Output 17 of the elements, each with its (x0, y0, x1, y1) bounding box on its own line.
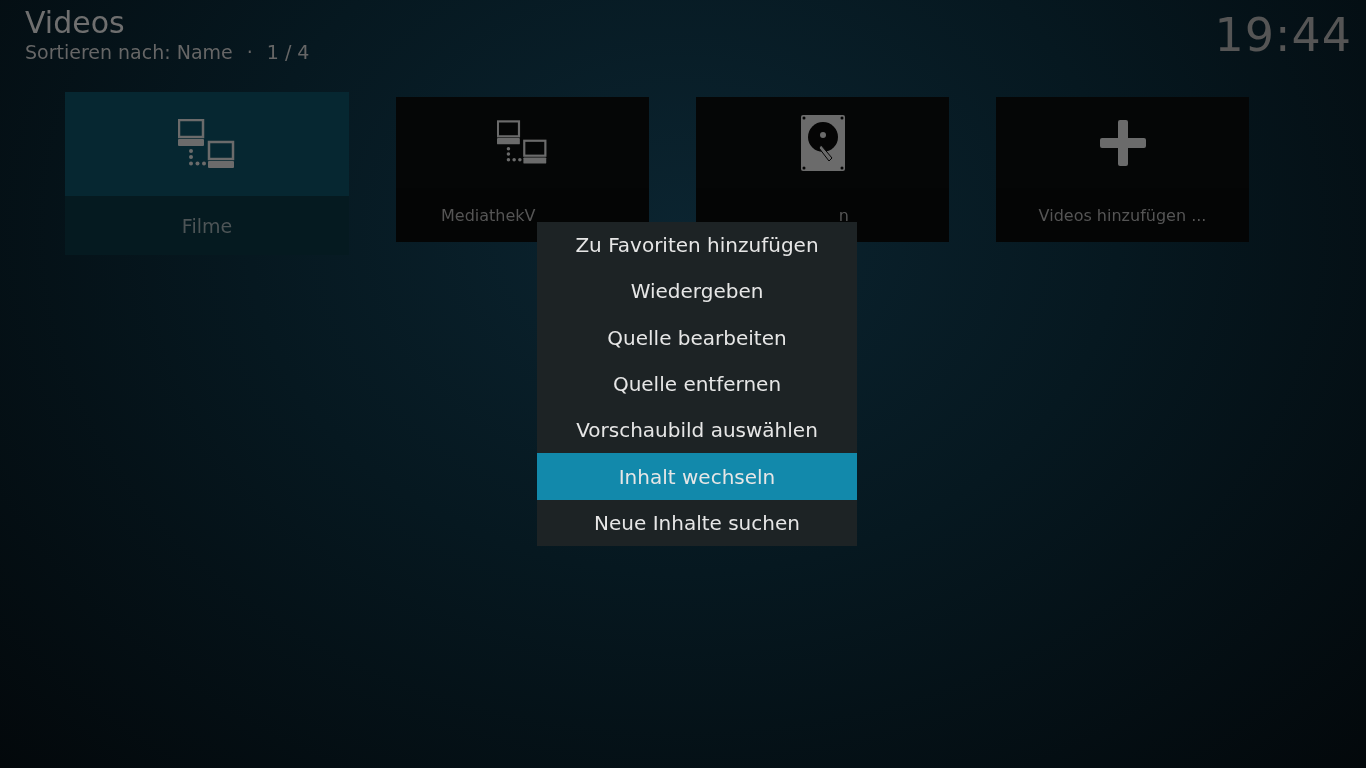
menu-item[interactable]: Quelle entfernen (537, 360, 857, 408)
page-title: Videos (25, 5, 126, 41)
page-counter: 1 / 4 (266, 41, 310, 63)
network-icon (497, 119, 548, 166)
menu-item[interactable]: Vorschaubild auswählen (537, 407, 857, 454)
tile-label: n (838, 205, 849, 225)
separator-dot: · (245, 41, 254, 63)
tile-label: Videos hinzufügen ... (1038, 205, 1207, 225)
plus-icon (1099, 119, 1146, 166)
clock: 19:44 (1214, 7, 1352, 64)
menu-item[interactable]: Neue Inhalte suchen (537, 499, 857, 547)
tile-label: Filme (181, 214, 233, 237)
sort-label: Sortieren nach: Name (25, 41, 233, 63)
menu-item[interactable]: Quelle bearbeiten (537, 314, 857, 361)
network-icon (178, 119, 236, 169)
menu-item[interactable]: Wiedergeben (537, 268, 857, 315)
tile-label: MediathekV (441, 205, 536, 225)
